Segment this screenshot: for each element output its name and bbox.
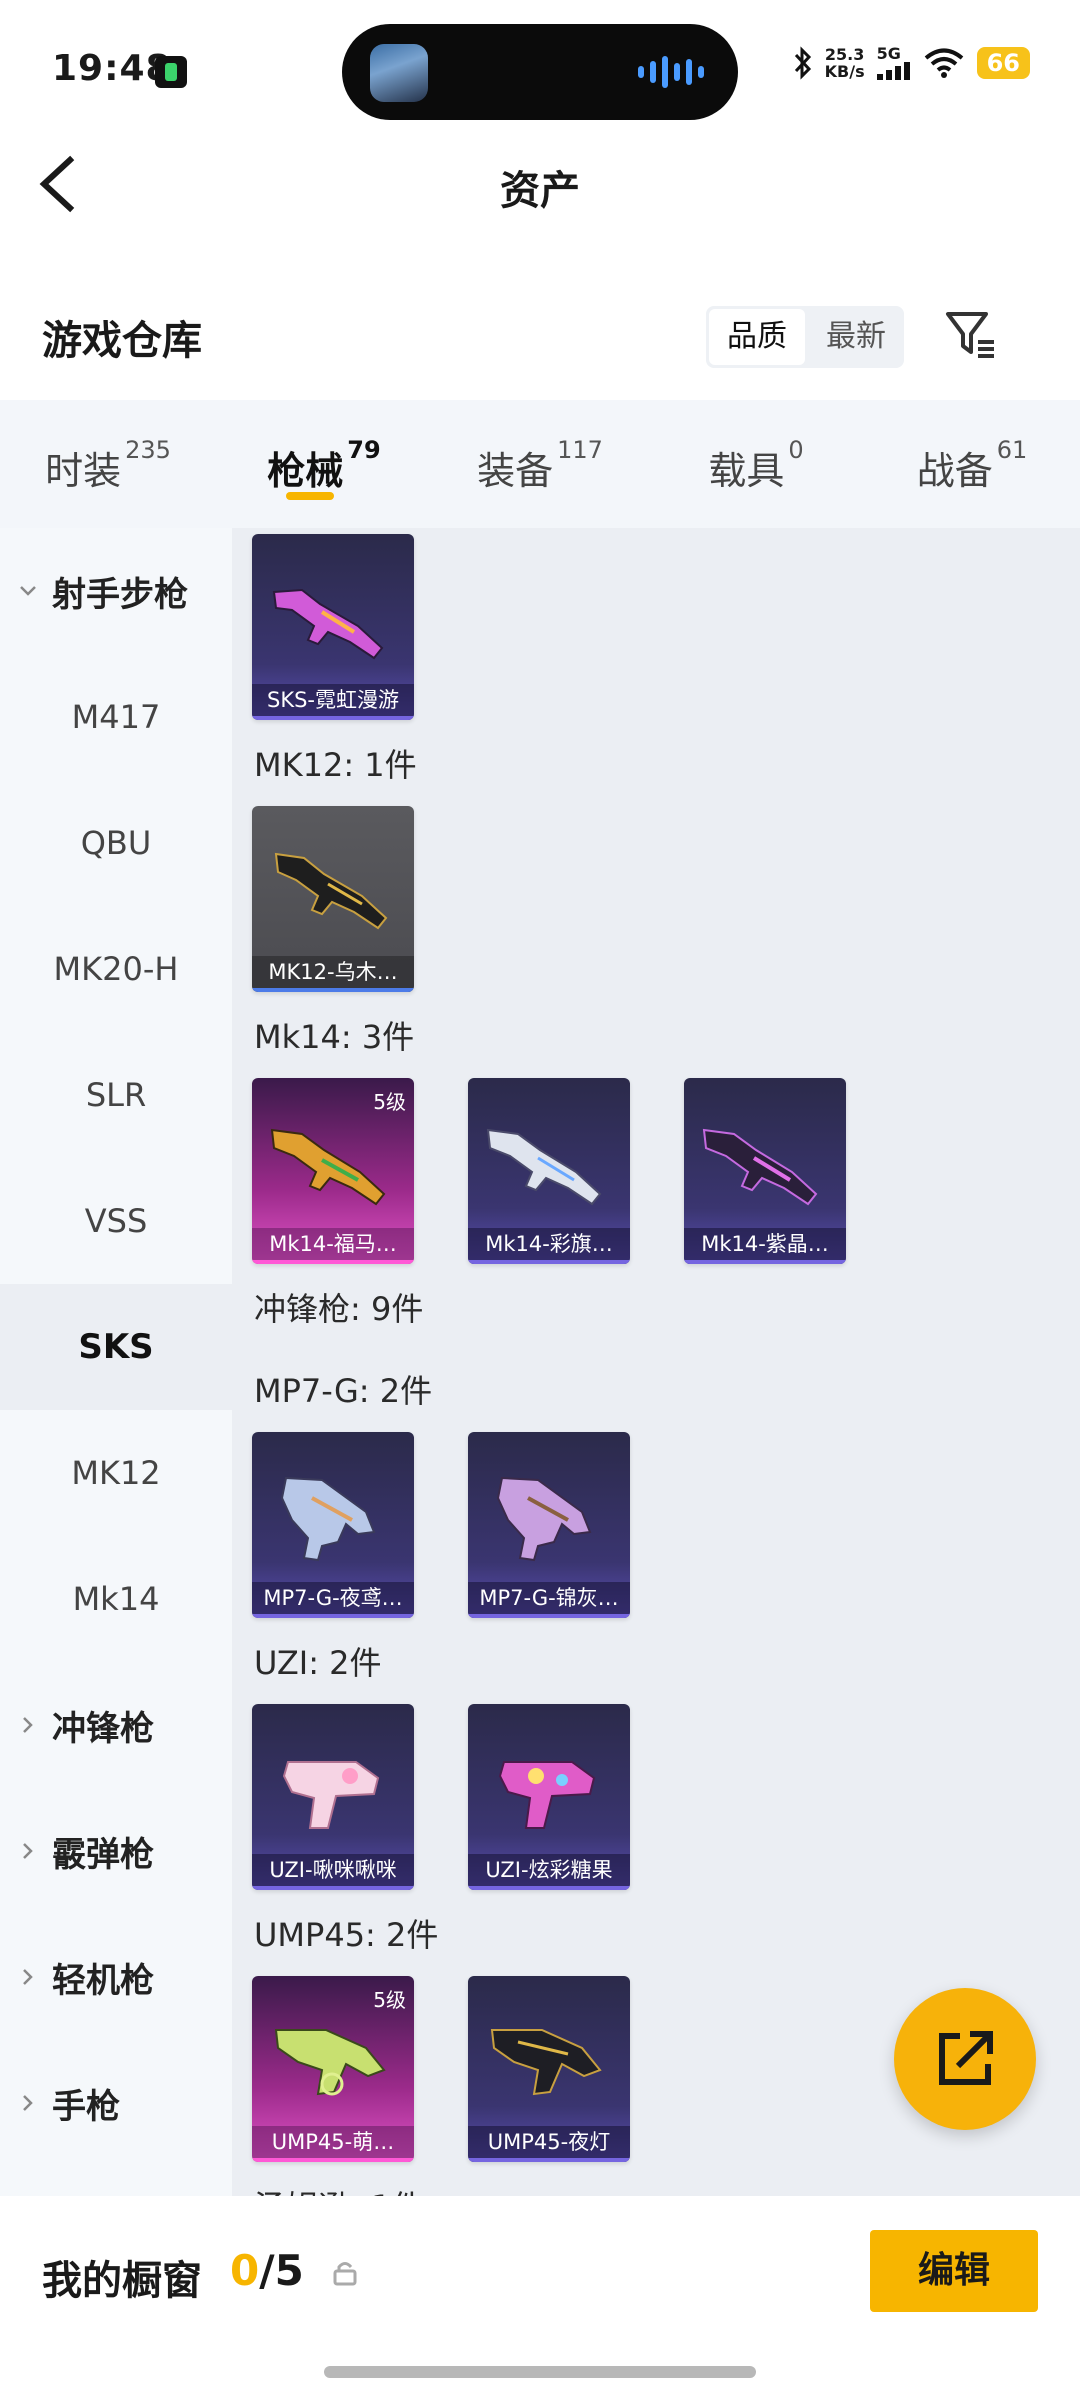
sidebar-item-sks[interactable]: SKS <box>0 1284 232 1410</box>
sidebar-item-qbu[interactable]: QBU <box>0 780 232 906</box>
chevron-right-icon <box>23 1843 33 1859</box>
sidebar-item-marksman-rifles[interactable]: 射手步枪 <box>0 528 232 654</box>
wifi-icon <box>924 48 963 78</box>
showcase-label: 我的橱窗 <box>42 2258 202 2304</box>
home-indicator[interactable] <box>324 2366 756 2378</box>
weapon-card[interactable]: MP7-G-锦灰… <box>468 1432 630 1618</box>
lock-icon <box>333 2262 357 2286</box>
filter-button[interactable] <box>940 304 1000 364</box>
app-screen: 19:48 25.3 KB/s 5G 66 资产 游戏仓库 品质 最新 时装 2… <box>0 0 1080 2400</box>
smg-icon <box>490 2029 602 2096</box>
bluetooth-icon <box>794 46 811 80</box>
group-label: MK12: 1件 <box>254 746 417 784</box>
tab-firearms[interactable]: 枪械 79 <box>216 400 432 528</box>
sidebar-item-vss[interactable]: VSS <box>0 1158 232 1284</box>
tab-equipment[interactable]: 装备 117 <box>432 400 648 528</box>
active-tab-indicator <box>286 492 334 500</box>
content-area: 射手步枪 M417 QBU MK20-H SLR VSS SKS MK12 Mk… <box>0 528 1080 2196</box>
sidebar-item-smg[interactable]: 冲锋枪 <box>0 1662 232 1788</box>
sidebar-item-m417[interactable]: M417 <box>0 654 232 780</box>
sort-option-newest[interactable]: 最新 <box>808 306 904 368</box>
weapon-card[interactable]: UZI-炫彩糖果 <box>468 1704 630 1890</box>
smg-icon <box>280 1476 376 1562</box>
chevron-right-icon <box>23 2095 33 2111</box>
sidebar-item-slr[interactable]: SLR <box>0 1032 232 1158</box>
weapon-card[interactable]: Mk14-彩旗… <box>468 1078 630 1264</box>
status-indicators: 25.3 KB/s 5G 66 <box>793 46 1030 80</box>
net-speed: 25.3 KB/s <box>824 45 865 81</box>
sort-option-quality[interactable]: 品质 <box>709 309 805 365</box>
rifle-icon <box>272 588 384 660</box>
weapon-card[interactable]: Mk14-紫晶… <box>684 1078 846 1264</box>
sidebar-item-pistol[interactable]: 手枪 <box>0 2040 232 2166</box>
dynamic-island[interactable] <box>342 24 738 120</box>
media-thumbnail <box>370 44 428 102</box>
sidebar-item-mk12[interactable]: MK12 <box>0 1410 232 1536</box>
share-icon <box>939 2031 993 2085</box>
page-title: 资产 <box>500 168 580 214</box>
showcase-count: 0/5 <box>230 2246 304 2295</box>
sort-toggle: 品质 最新 <box>706 306 904 368</box>
smg-icon <box>498 1761 596 1829</box>
warehouse-title: 游戏仓库 <box>42 318 202 364</box>
group-label: UZI: 2件 <box>254 1644 382 1682</box>
edit-button[interactable]: 编辑 <box>870 2230 1038 2312</box>
rifle-icon <box>274 852 388 930</box>
group-label: UMP45: 2件 <box>254 1916 439 1954</box>
weapon-card[interactable]: 5级 UMP45-萌… <box>252 1976 414 2162</box>
sidebar-item-mk14[interactable]: Mk14 <box>0 1536 232 1662</box>
group-label: MP7-G: 2件 <box>254 1372 433 1410</box>
rifle-icon <box>486 1128 602 1206</box>
smg-icon <box>274 2029 386 2096</box>
weapon-card[interactable]: UZI-啾咪啾咪 <box>252 1704 414 1890</box>
group-label: 汤姆逊: 1件 <box>254 2182 423 2196</box>
weapon-card[interactable]: SKS-霓虹漫游 <box>252 534 414 720</box>
rifle-icon <box>702 1128 818 1206</box>
chevron-right-icon <box>23 1717 33 1733</box>
category-tabs: 时装 235 枪械 79 装备 117 载具 0 战备 61 <box>0 400 1080 528</box>
filter-icon <box>946 312 994 358</box>
share-button[interactable] <box>894 1988 1036 2130</box>
battery-indicator: 66 <box>976 47 1030 79</box>
group-label: Mk14: 3件 <box>254 1018 415 1056</box>
warehouse-header: 游戏仓库 品质 最新 <box>0 290 1080 380</box>
audio-wave-icon <box>638 54 704 90</box>
weapon-card[interactable]: UMP45-夜灯 <box>468 1976 630 2162</box>
sidebar-item-mk20h[interactable]: MK20-H <box>0 906 232 1032</box>
weapon-card[interactable]: MK12-乌木… <box>252 806 414 992</box>
nav-header: 资产 <box>0 130 1080 240</box>
status-bar: 19:48 25.3 KB/s 5G 66 <box>0 0 1080 130</box>
weapon-list: SKS-霓虹漫游 MK12: 1件 MK12-乌木… Mk14: 3件 5级 M… <box>232 528 1080 2196</box>
tab-fashion[interactable]: 时装 235 <box>0 400 216 528</box>
showcase-bar: 我的橱窗 0/5 编辑 <box>0 2196 1080 2400</box>
sidebar-item-lmg[interactable]: 轻机枪 <box>0 1914 232 2040</box>
smg-icon <box>282 1761 380 1829</box>
signal-icon: 5G <box>876 46 911 80</box>
group-label: 冲锋枪: 9件 <box>254 1290 424 1328</box>
chevron-right-icon <box>23 1969 33 1985</box>
weapon-sidebar: 射手步枪 M417 QBU MK20-H SLR VSS SKS MK12 Mk… <box>0 528 232 2196</box>
status-time: 19:48 <box>52 48 172 89</box>
weapon-card[interactable]: MP7-G-夜鸢… <box>252 1432 414 1618</box>
sidebar-item-shotgun[interactable]: 霰弹枪 <box>0 1788 232 1914</box>
smg-icon <box>496 1476 592 1562</box>
rifle-icon <box>270 1128 386 1206</box>
music-app-icon <box>155 56 187 88</box>
weapon-card[interactable]: 5级 Mk14-福马… <box>252 1078 414 1264</box>
chevron-down-icon <box>20 586 36 596</box>
tab-vehicles[interactable]: 载具 0 <box>648 400 864 528</box>
tab-battle-gear[interactable]: 战备 61 <box>864 400 1080 528</box>
